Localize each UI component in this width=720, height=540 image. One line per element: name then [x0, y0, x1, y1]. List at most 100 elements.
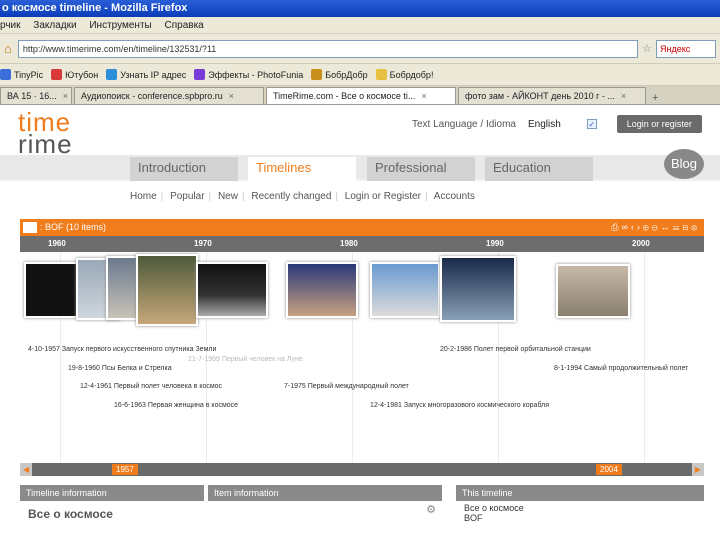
bookmark-youtube[interactable]: Ютубон [51, 69, 98, 80]
timeline-event[interactable]: 8-1-1994 Самый продолжительный полет [554, 365, 688, 372]
language-checkbox[interactable]: ✓ [586, 119, 597, 129]
browser-tab[interactable]: ВА 15 · 16... × [0, 87, 72, 104]
tab-introduction[interactable]: Introduction [130, 157, 238, 181]
expand-icon[interactable]: ↔ [661, 222, 673, 232]
search-input[interactable]: Яндекс [656, 39, 716, 58]
close-icon[interactable]: × [621, 88, 626, 104]
close-icon[interactable]: × [63, 88, 68, 104]
timeline-canvas[interactable]: 21-7-1969 Первый человек на Луне 4-10-19… [20, 252, 704, 463]
site-logo[interactable]: time rime [18, 109, 73, 157]
language-label: Text Language / Idioma [412, 118, 516, 130]
scroll-left-icon[interactable]: ◀ [20, 463, 32, 476]
panel-body: Все о космосе BOF [456, 501, 704, 523]
menu-bar: рчик Закладки Инструменты Справка [0, 17, 720, 34]
panel-header: Timeline information [26, 488, 107, 498]
login-register-button[interactable]: Login or register [616, 115, 702, 133]
menu-item-help[interactable]: Справка [165, 20, 204, 31]
year-label: 1980 [340, 239, 358, 248]
url-bar[interactable]: http://www.timerime.com/en/timeline/1325… [17, 39, 639, 58]
panel-body: Все о космосе [20, 501, 204, 523]
this-timeline-panel: This timeline Все о космосе BOF [456, 485, 704, 523]
event-photo-soyuz-apollo[interactable] [286, 262, 358, 318]
timeline-event[interactable]: 19-8-1960 Псы Белка и Стрелка [68, 365, 172, 372]
tab-timelines[interactable]: Timelines [248, 157, 356, 181]
timeline-event[interactable]: 12-4-1981 Запуск многоразового космическ… [370, 402, 549, 409]
scroller-end-marker[interactable]: 2004 [596, 464, 622, 475]
menu-item-tools[interactable]: Инструменты [89, 20, 151, 31]
tinypic-icon [0, 69, 11, 80]
browser-tab[interactable]: фото зам - АЙКОНТ день 2010 г - ... × [458, 87, 646, 104]
timeline-tools: ⎙∞‹›⊕⊖↔☰⊟⊗ [611, 219, 700, 236]
scroller-start-marker[interactable]: 1957 [112, 464, 138, 475]
bookmark-photofunia[interactable]: Эффекты - PhotoFunia [194, 69, 303, 80]
timeline-info-panel: Timeline information Все о космосе [20, 485, 204, 523]
panel-header: Item information [214, 488, 279, 498]
divider: | [208, 191, 212, 202]
link-icon[interactable]: ∞ [621, 222, 630, 232]
timeline-event[interactable]: 16-6-1963 Первая женщина в космосе [114, 402, 238, 409]
timeline-event[interactable]: 12-4-1961 Первый полет человека в космос [80, 383, 222, 390]
sub-navigation: Home | Popular | New | Recently changed | Lo… [130, 191, 479, 202]
event-photo-sputnik[interactable] [24, 262, 80, 318]
tab-education[interactable]: Education [485, 157, 593, 181]
close-icon[interactable]: × [229, 88, 234, 104]
settings-icon[interactable]: ⚙ [426, 503, 436, 516]
year-label: 1990 [486, 239, 504, 248]
close-icon[interactable]: ⊗ [691, 222, 700, 232]
subnav-new[interactable]: New [218, 191, 238, 202]
event-photo-moon[interactable] [196, 262, 268, 318]
ip-icon [106, 69, 118, 80]
event-photo-polyakov[interactable] [556, 264, 630, 318]
main-navigation: Introduction Timelines Professional Educ… [0, 155, 720, 181]
divider: | [160, 191, 164, 202]
bookmark-star-icon[interactable]: ☆ [642, 42, 652, 55]
bobrdobr-2-icon [375, 69, 387, 80]
menu-icon[interactable]: ☰ [673, 222, 683, 232]
browser-tab[interactable]: Аудиопоиск - conference.spbpro.ru × [74, 87, 264, 104]
language-select[interactable]: English [528, 119, 561, 130]
year-scale: 1960 1970 1980 1990 2000 [20, 236, 704, 252]
event-photo-shuttle[interactable] [370, 262, 440, 318]
bookmark-bobrdobr-2[interactable]: Бобрдобр! [375, 69, 433, 80]
subnav-home[interactable]: Home [130, 191, 157, 202]
new-tab-icon[interactable]: + [652, 92, 658, 104]
zoom-in-icon[interactable]: ⊕ [643, 222, 652, 232]
timeline-event-faint[interactable]: 21-7-1969 Первый человек на Луне [188, 356, 303, 363]
timeline-event[interactable]: 7-1975 Первый международный полет [284, 383, 409, 390]
timerime-mini-logo-icon [23, 222, 37, 233]
home-icon[interactable]: ⌂ [4, 41, 12, 56]
year-label: 2000 [632, 239, 650, 248]
menu-item[interactable]: рчик [0, 20, 21, 31]
bookmark-bobrdobr[interactable]: БобрДобр [311, 69, 368, 80]
timeline-event[interactable]: 4-10-1957 Запуск первого искусственного … [28, 346, 216, 353]
browser-tab-active[interactable]: TimeRime.com - Все о космосе ti... × [266, 87, 456, 104]
subnav-accounts[interactable]: Accounts [434, 191, 475, 202]
embed-icon[interactable]: ‹› [631, 222, 643, 232]
page-content: time rime Text Language / Idioma English… [0, 105, 720, 523]
bookmark-tinypic[interactable]: TinyPic [0, 69, 43, 80]
close-icon[interactable]: × [421, 88, 426, 104]
blog-button[interactable]: Blog [664, 149, 704, 179]
youtube-icon [51, 69, 63, 80]
timeline-name: Все о космосе [28, 507, 113, 521]
event-photo-tereshkova[interactable] [136, 254, 198, 326]
timeline-event[interactable]: 20-2-1986 Полет первой орбитальной станц… [440, 346, 591, 353]
language-bar: Text Language / Idioma English ✓ Login o… [412, 115, 702, 133]
event-photo-mir[interactable] [440, 256, 516, 322]
menu-item-bookmarks[interactable]: Закладки [33, 20, 76, 31]
bobrdobr-icon [311, 69, 323, 80]
zoom-out-icon[interactable]: ⊖ [652, 222, 661, 232]
print-icon[interactable]: ⎙ [611, 222, 621, 232]
timeline-scrollbar[interactable]: ◀ 1957 2004 ▶ [20, 463, 704, 476]
scroll-right-icon[interactable]: ▶ [692, 463, 704, 476]
subnav-recently-changed[interactable]: Recently changed [251, 191, 331, 202]
browser-tabs: ВА 15 · 16... × Аудиопоиск - conference.s… [0, 86, 720, 105]
item-info-panel: Item information ⚙ [208, 485, 442, 523]
bookmark-ip[interactable]: Узнать IP адрес [106, 69, 186, 80]
minimize-icon[interactable]: ⊟ [682, 222, 691, 232]
tab-professional[interactable]: Professional [367, 157, 475, 181]
this-timeline-line: BOF [464, 513, 483, 523]
subnav-login-register[interactable]: Login or Register [345, 191, 421, 202]
timeline-header: : BOF (10 items) ⎙∞‹›⊕⊖↔☰⊟⊗ [20, 219, 704, 236]
subnav-popular[interactable]: Popular [170, 191, 204, 202]
